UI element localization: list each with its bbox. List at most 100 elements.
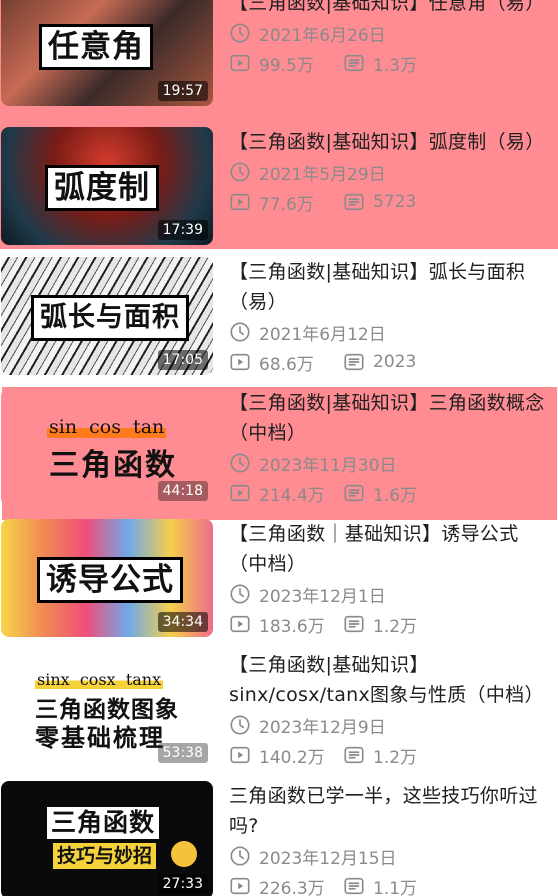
clock-icon [230,23,250,43]
video-thumbnail[interactable]: 弧度制 17:39 [1,127,213,245]
comment-count: 1.3万 [343,51,457,76]
view-count: 140.2万 [229,743,343,768]
video-stats: 226.3万 1.1万 [229,871,554,896]
video-info: 【三角函数|基础知识】sinx/cosx/tanx图象与性质（中档） 2023年… [229,650,554,770]
video-title[interactable]: 三角函数已学一半，这些技巧你听过吗? [229,781,554,841]
video-info: 【三角函数｜基础知识】诱导公式（中档） 2023年12月1日 183.6万 1.… [229,519,554,639]
video-item[interactable]: 诱导公式 34:34 【三角函数｜基础知识】诱导公式（中档） 2023年12月1… [0,519,558,649]
comment-count: 1.2万 [343,612,457,637]
comment-icon [344,353,364,371]
date-text: 2023年12月15日 [259,848,397,869]
video-date: 2021年6月12日 [229,317,554,347]
video-title[interactable]: 【三角函数|基础知识】任意角（易） [229,0,554,18]
comment-count: 2023 [343,351,457,373]
clock-icon [230,715,250,735]
thumbnail-title: 三角函数 [49,448,177,483]
video-stats: 68.6万 2023 [229,347,554,377]
play-icon [230,193,250,211]
date-text: 2023年12月9日 [259,717,386,738]
video-item[interactable]: 弧度制 17:39 【三角函数|基础知识】弧度制（易） 2021年5月29日 7… [0,127,558,257]
video-stats: 77.6万 5723 [229,187,554,217]
view-count: 183.6万 [229,612,343,637]
video-item[interactable]: 任意角 19:57 【三角函数|基础知识】任意角（易） 2021年6月26日 9… [0,0,558,118]
play-icon [230,353,250,371]
view-count: 99.5万 [229,51,343,76]
video-stats: 214.4万 1.6万 [229,478,554,508]
view-count-text: 68.6万 [259,354,314,375]
comment-count-text: 1.2万 [373,616,418,637]
clock-icon [230,162,250,182]
video-thumbnail[interactable]: 三角函数 技巧与妙招 27:33 [1,781,213,896]
video-item[interactable]: sin cos tan 三角函数 44:18 【三角函数|基础知识】三角函数概念… [0,388,558,518]
comment-count-text: 5723 [373,192,417,212]
video-title[interactable]: 【三角函数|基础知识】sinx/cosx/tanx图象与性质（中档） [229,650,554,710]
thumbnail-line1: 三角函数 [47,807,160,839]
view-count: 77.6万 [229,190,343,215]
video-thumbnail[interactable]: sinx cosx tanx 三角函数图象 零基础梳理 53:38 [1,650,213,768]
video-info: 【三角函数|基础知识】三角函数概念（中档） 2023年11月30日 214.4万… [229,388,554,508]
video-thumbnail[interactable]: 任意角 19:57 [1,0,213,106]
video-item[interactable]: 弧长与面积 17:05 【三角函数|基础知识】弧长与面积（易） 2021年6月1… [0,257,558,387]
thumbnail-subtitle: sin cos tan [47,416,167,438]
date-text: 2021年6月12日 [259,324,386,345]
video-info: 【三角函数|基础知识】弧度制（易） 2021年5月29日 77.6万 5723 [229,127,554,217]
video-item[interactable]: 三角函数 技巧与妙招 27:33 三角函数已学一半，这些技巧你听过吗? 2023… [0,781,558,896]
view-count-text: 214.4万 [259,485,325,506]
view-count-text: 140.2万 [259,747,325,768]
video-thumbnail[interactable]: sin cos tan 三角函数 44:18 [1,388,213,506]
video-date: 2023年12月9日 [229,710,554,740]
video-info: 【三角函数|基础知识】任意角（易） 2021年6月26日 99.5万 1.3万 [229,0,554,78]
thumbnail-line2: 技巧与妙招 [53,843,157,869]
thumbnail-subtitle: sinx cosx tanx [35,670,164,689]
duration-badge: 17:39 [157,220,208,240]
comment-count: 1.2万 [343,743,457,768]
duration-badge: 34:34 [157,612,208,632]
thumbnail-title: 诱导公式 [37,557,183,603]
view-count-text: 226.3万 [259,878,325,896]
video-date: 2021年6月26日 [229,18,554,48]
view-count-text: 99.5万 [259,55,314,76]
comment-count: 1.1万 [343,874,457,896]
comment-icon [344,54,364,72]
comment-icon [344,193,364,211]
view-count: 226.3万 [229,874,343,896]
date-text: 2023年12月1日 [259,586,386,607]
video-stats: 99.5万 1.3万 [229,48,554,78]
play-icon [230,877,250,895]
video-info: 【三角函数|基础知识】弧长与面积（易） 2021年6月12日 68.6万 202… [229,257,554,377]
video-title[interactable]: 【三角函数|基础知识】弧长与面积（易） [229,257,554,317]
video-date: 2021年5月29日 [229,157,554,187]
play-icon [230,484,250,502]
clock-icon [230,453,250,473]
video-date: 2023年12月1日 [229,579,554,609]
video-title[interactable]: 【三角函数|基础知识】三角函数概念（中档） [229,388,554,448]
comment-count-text: 1.6万 [373,485,418,506]
comment-count: 1.6万 [343,481,457,506]
date-text: 2021年5月29日 [259,164,386,185]
thumbnail-title: 弧长与面积 [31,295,189,341]
emoji-icon [171,841,197,867]
comment-icon [344,746,364,764]
play-icon [230,54,250,72]
comment-count-text: 1.1万 [373,878,418,896]
video-info: 三角函数已学一半，这些技巧你听过吗? 2023年12月15日 226.3万 1.… [229,781,554,896]
clock-icon [230,584,250,604]
video-title[interactable]: 【三角函数|基础知识】弧度制（易） [229,127,554,157]
duration-badge: 44:18 [157,481,208,501]
comment-icon [344,877,364,895]
video-thumbnail[interactable]: 弧长与面积 17:05 [1,257,213,375]
view-count: 68.6万 [229,350,343,375]
thumbnail-line2: 零基础梳理 [35,724,165,752]
video-stats: 183.6万 1.2万 [229,609,554,639]
video-item[interactable]: sinx cosx tanx 三角函数图象 零基础梳理 53:38 【三角函数|… [0,650,558,780]
clock-icon [230,322,250,342]
comment-count: 5723 [343,191,457,213]
video-thumbnail[interactable]: 诱导公式 34:34 [1,519,213,637]
video-date: 2023年12月15日 [229,841,554,871]
comment-icon [344,615,364,633]
view-count-text: 183.6万 [259,616,325,637]
duration-badge: 19:57 [157,81,208,101]
video-title[interactable]: 【三角函数｜基础知识】诱导公式（中档） [229,519,554,579]
play-icon [230,615,250,633]
duration-badge: 53:38 [157,743,208,763]
